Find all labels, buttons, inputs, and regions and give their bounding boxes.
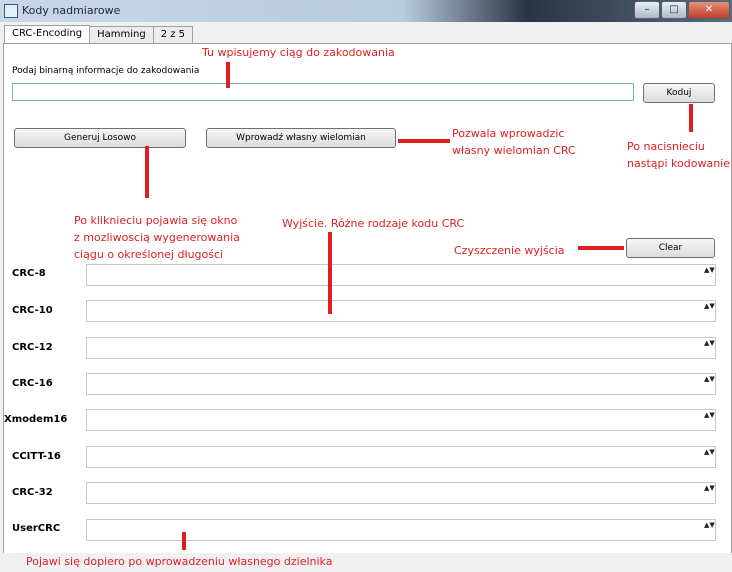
input-label: Podaj binarną informacje do zakodowania — [12, 66, 200, 76]
usercrc-output[interactable]: ▲▼ — [86, 519, 716, 541]
scroll-arrows-icon[interactable]: ▲▼ — [704, 411, 715, 429]
scroll-arrows-icon[interactable]: ▲▼ — [704, 448, 715, 466]
minimize-button[interactable]: – — [634, 1, 660, 19]
crc16-output[interactable]: ▲▼ — [86, 373, 716, 395]
annotation-pointer — [328, 232, 332, 314]
crc12-label: CRC-12 — [12, 342, 53, 353]
crc8-label: CRC-8 — [12, 268, 46, 279]
annotation-polynomial-line2: własny wielomian CRC — [452, 144, 576, 157]
annotation-usercrc: Pojawi się dopiero po wprowadzeniu własn… — [26, 555, 333, 568]
clear-button[interactable]: Clear — [626, 238, 715, 258]
scroll-arrows-icon[interactable]: ▲▼ — [704, 521, 715, 539]
annotation-encode-line2: nastąpi kodowanie — [627, 157, 730, 170]
scroll-arrows-icon[interactable]: ▲▼ — [704, 375, 715, 393]
custom-polynomial-button[interactable]: Wprowadź własny wielomian — [206, 128, 396, 148]
annotation-polynomial-line1: Pozwala wprowadzic — [452, 127, 565, 140]
ccitt16-label: CCITT-16 — [12, 451, 61, 462]
xmodem16-output[interactable]: ▲▼ — [86, 409, 716, 431]
annotation-pointer — [226, 62, 230, 88]
tab-2z5[interactable]: 2 z 5 — [152, 26, 194, 43]
tab-bar: CRC-Encoding Hamming 2 z 5 — [4, 25, 194, 44]
annotation-random-line3: ciągu o określonej długości — [74, 248, 224, 261]
annotation-input: Tu wpisujemy ciąg do zakodowania — [202, 46, 395, 59]
annotation-pointer — [145, 146, 149, 198]
app-icon — [4, 4, 18, 18]
title-bar: Kody nadmiarowe – □ ✕ — [0, 0, 732, 22]
annotation-pointer — [182, 532, 186, 550]
crc16-label: CRC-16 — [12, 378, 53, 389]
scroll-arrows-icon[interactable]: ▲▼ — [704, 484, 715, 502]
crc10-output[interactable]: ▲▼ — [86, 300, 716, 322]
window-title: Kody nadmiarowe — [22, 4, 121, 17]
window-controls: – □ ✕ — [633, 1, 730, 19]
scroll-arrows-icon[interactable]: ▲▼ — [704, 302, 715, 320]
annotation-pointer — [578, 246, 624, 250]
xmodem16-label: Xmodem16 — [4, 414, 68, 425]
annotation-clear: Czyszczenie wyjścia — [454, 244, 565, 257]
annotation-random-line1: Po kliknieciu pojawia się okno — [74, 214, 238, 227]
crc8-output[interactable]: ▲▼ — [86, 264, 716, 286]
crc12-output[interactable]: ▲▼ — [86, 337, 716, 359]
annotation-pointer — [689, 104, 693, 132]
crc32-label: CRC-32 — [12, 487, 53, 498]
scroll-arrows-icon[interactable]: ▲▼ — [704, 339, 715, 357]
maximize-button[interactable]: □ — [661, 1, 687, 19]
crc10-label: CRC-10 — [12, 305, 53, 316]
tab-panel — [3, 43, 732, 555]
usercrc-label: UserCRC — [12, 523, 61, 534]
crc32-output[interactable]: ▲▼ — [86, 482, 716, 504]
tab-hamming[interactable]: Hamming — [89, 26, 154, 43]
tab-crc-encoding[interactable]: CRC-Encoding — [4, 25, 91, 44]
annotation-pointer — [398, 139, 450, 143]
annotation-outputs: Wyjście. Różne rodzaje kodu CRC — [282, 217, 465, 230]
binary-input[interactable] — [12, 83, 634, 101]
scroll-arrows-icon[interactable]: ▲▼ — [704, 266, 715, 284]
close-button[interactable]: ✕ — [688, 1, 730, 19]
generate-random-button[interactable]: Generuj Losowo — [14, 128, 186, 148]
encode-button[interactable]: Koduj — [643, 83, 715, 103]
ccitt16-output[interactable]: ▲▼ — [86, 446, 716, 468]
annotation-encode-line1: Po nacisnieciu — [627, 140, 705, 153]
annotation-random-line2: z mozliwoscią wygenerowania — [74, 231, 240, 244]
